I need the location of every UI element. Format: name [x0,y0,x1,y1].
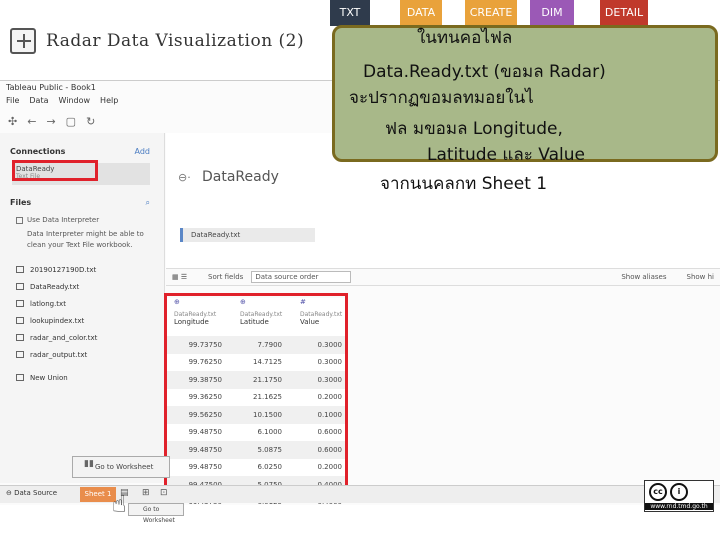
menu-window[interactable]: Window [59,96,91,105]
bar-chart-icon: ▮▮ [84,459,94,469]
menu-help[interactable]: Help [100,96,118,105]
sort-fields-label: Sort fields [208,273,244,281]
table-icon [16,317,24,324]
left-pane: Connections Add DataReady Text File File… [0,133,165,483]
grid-view-icon[interactable]: ▦ ☰ [166,273,204,281]
sort-fields-select[interactable]: Data source order [251,271,352,283]
datasource-table[interactable]: DataReady.txt [180,228,315,242]
interpreter-checkbox[interactable] [16,216,23,224]
callout-line-3: จะปรากฏขอมลทมอยในไ [349,88,534,108]
datasource-name[interactable]: DataReady [202,169,279,185]
grid-highlight-box [164,293,348,488]
refresh-icon[interactable]: ↻ [86,115,95,128]
new-story-icon[interactable]: ⊡ [160,488,168,498]
callout-line-4: ฟล มขอมล Longitude, [385,119,563,139]
table-icon [16,266,24,273]
top-nav-tabs: TXT DATA CREATE DIM DETAIL [330,0,720,28]
slide-title-area: Radar Data Visualization (2) [10,28,304,54]
save-icon[interactable]: ▢ [66,115,76,128]
bottom-tab-bar: ⊖ Data Source Sheet 1 ▤ ⊞ ⊡ [0,485,720,503]
page-title: Radar Data Visualization (2) [46,31,305,51]
cc-license-badge: cc i www.rnd.tmd.go.th [644,480,714,512]
search-icon[interactable]: ⌕ [146,198,150,208]
table-icon [16,334,24,341]
file-item[interactable]: radar_and_color.txt [16,329,97,346]
badge-url: www.rnd.tmd.go.th [645,503,713,510]
file-item[interactable]: latlong.txt [16,295,97,312]
instruction-callout: ในทนคอไฟล Data.Ready.txt (ขอมล Radar) จะ… [332,25,718,165]
table-icon [16,283,24,290]
plus-icon [10,28,36,54]
callout-line-2: Data.Ready.txt (ขอมล Radar) [363,62,606,82]
show-hidden-checkbox[interactable]: Show hi [687,273,715,281]
file-list: 20190127190D.txt DataReady.txt latlong.t… [16,261,97,386]
menu-bar: File Data Window Help [6,96,118,105]
tab-data[interactable]: DATA [400,0,442,26]
file-item[interactable]: DataReady.txt [16,278,97,295]
new-union-item[interactable]: New Union [16,369,97,386]
grid-toolbar: ▦ ☰ Sort fields Data source order Show a… [166,268,720,286]
data-interpreter: Use Data Interpreter Data Interpreter mi… [16,215,156,251]
file-item[interactable]: 20190127190D.txt [16,261,97,278]
add-connection-link[interactable]: Add [135,147,151,156]
callout-line-5: Latitude และ Value [427,145,585,165]
menu-file[interactable]: File [6,96,19,105]
window-title: Tableau Public - Book1 [6,83,96,92]
cc-icon: cc [649,483,667,501]
connection-highlight-box [12,160,98,181]
callout-line-6: จากนนคลกท Sheet 1 [380,174,548,194]
tab-create[interactable]: CREATE [465,0,517,26]
file-item[interactable]: lookupindex.txt [16,312,97,329]
show-aliases-checkbox[interactable]: Show aliases [621,273,666,281]
files-heading: Files [10,198,32,207]
file-item[interactable]: radar_output.txt [16,346,97,363]
callout-line-1: ในทนคอไฟล [417,28,513,48]
union-icon [16,374,24,381]
menu-data[interactable]: Data [29,96,48,105]
datasource-tab[interactable]: ⊖ Data Source [6,489,57,497]
table-icon [16,300,24,307]
goto-worksheet-small-tooltip: Go to Worksheet [128,503,184,524]
sheet-1-tab[interactable]: Sheet 1 [80,487,116,502]
toolbar: ✣ ← → ▢ ↻ [0,111,165,131]
interpreter-description: Data Interpreter might be able to clean … [27,230,144,249]
database-icon: ⊖· [178,171,191,184]
hand-cursor-icon: ☝ [112,490,127,518]
table-icon [16,351,24,358]
interpreter-label: Use Data Interpreter [27,216,100,224]
by-icon: i [670,483,688,501]
tab-dim[interactable]: DIM [530,0,574,26]
new-dashboard-icon[interactable]: ⊞ [142,488,150,498]
back-icon[interactable]: ← [27,115,36,128]
tab-detail[interactable]: DETAIL [600,0,648,26]
connections-heading: Connections [10,147,66,156]
tab-txt[interactable]: TXT [330,0,370,26]
forward-icon[interactable]: → [46,115,55,128]
tableau-logo-icon: ✣ [8,114,18,128]
